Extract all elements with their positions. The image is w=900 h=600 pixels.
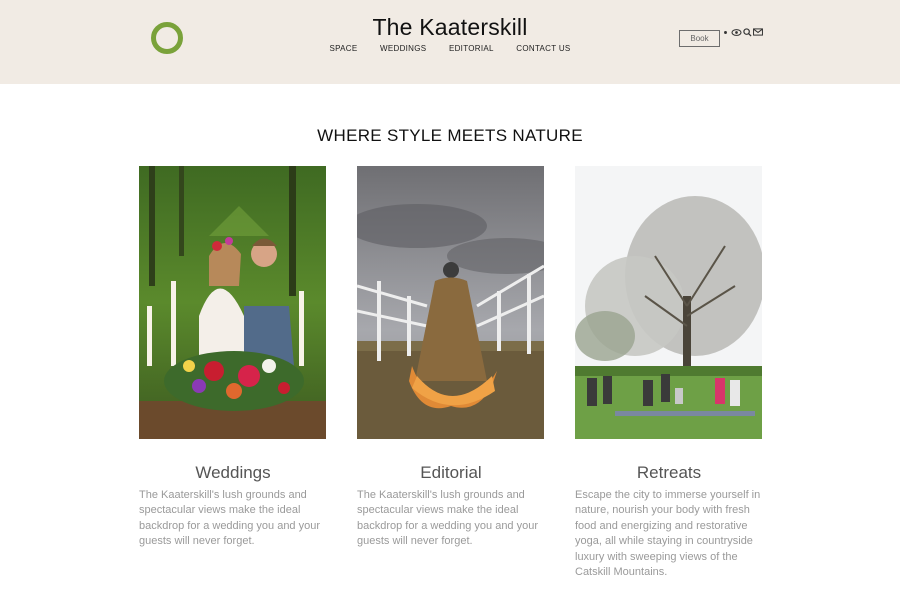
header-icons bbox=[721, 27, 763, 37]
book-button[interactable]: Book bbox=[679, 30, 720, 47]
instagram-icon[interactable] bbox=[721, 28, 730, 37]
editorial-photo[interactable] bbox=[357, 166, 544, 439]
card-title-editorial[interactable]: Editorial bbox=[357, 463, 545, 483]
card-text-editorial: The Kaaterskill's lush grounds and spect… bbox=[357, 489, 539, 548]
card-text-weddings: The Kaaterskill's lush grounds and spect… bbox=[139, 489, 321, 548]
main-nav: SPACE WEDDINGS EDITORIAL CONTACT US bbox=[0, 44, 900, 53]
nav-item-contact-us[interactable]: CONTACT US bbox=[516, 44, 570, 53]
eye-icon[interactable] bbox=[731, 28, 742, 37]
tagline-heading: WHERE STYLE MEETS NATURE bbox=[317, 126, 583, 145]
nav-item-editorial[interactable]: EDITORIAL bbox=[449, 44, 494, 53]
nav-item-weddings[interactable]: WEDDINGS bbox=[380, 44, 426, 53]
card-retreats: Retreats Escape the city to immerse your… bbox=[575, 166, 763, 580]
card-text-retreats: Escape the city to immerse yourself in n… bbox=[575, 489, 761, 579]
card-title-retreats[interactable]: Retreats bbox=[575, 463, 763, 483]
card-title-weddings[interactable]: Weddings bbox=[139, 463, 327, 483]
site-header: The Kaaterskill SPACE WEDDINGS EDITORIAL… bbox=[0, 0, 900, 84]
card-weddings: Weddings The Kaaterskill's lush grounds … bbox=[139, 166, 327, 550]
search-icon[interactable] bbox=[743, 27, 752, 37]
card-editorial: Editorial The Kaaterskill's lush grounds… bbox=[357, 166, 545, 550]
nav-item-space[interactable]: SPACE bbox=[329, 44, 357, 53]
retreats-photo[interactable] bbox=[575, 166, 762, 439]
mail-icon[interactable] bbox=[753, 28, 763, 36]
site-title[interactable]: The Kaaterskill bbox=[0, 14, 900, 41]
weddings-photo[interactable] bbox=[139, 166, 326, 439]
